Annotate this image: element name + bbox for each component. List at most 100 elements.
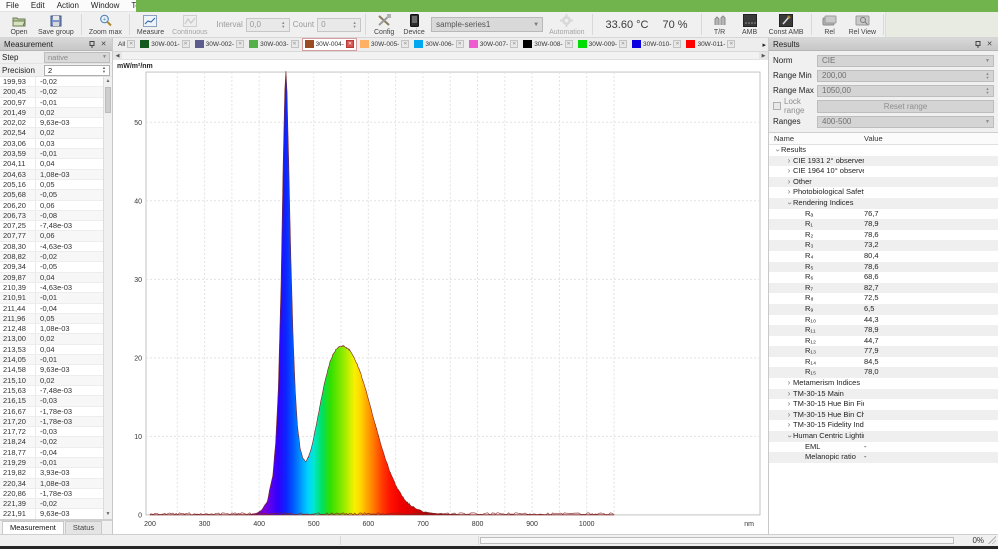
- chevron-collapsed-icon[interactable]: ›: [785, 410, 793, 421]
- rel-view-button[interactable]: Rel View: [845, 12, 881, 37]
- table-row[interactable]: 206,200,06: [0, 201, 103, 211]
- tree-row[interactable]: R₄80,4: [769, 251, 998, 262]
- table-row[interactable]: 212,481,08e-03: [0, 324, 103, 334]
- tree-row[interactable]: R₁₀44,3: [769, 315, 998, 326]
- tree-row[interactable]: R₁₂44,7: [769, 336, 998, 347]
- table-row[interactable]: 207,25-7,48e-03: [0, 221, 103, 231]
- menu-window[interactable]: Window: [85, 0, 125, 12]
- tree-row[interactable]: ›Photobiological Safety: [769, 187, 998, 198]
- chevron-collapsed-icon[interactable]: ›: [785, 177, 793, 188]
- continuous-button[interactable]: Continuous: [168, 12, 211, 37]
- close-icon[interactable]: ✕: [565, 40, 573, 48]
- tree-row[interactable]: R₇82,7: [769, 283, 998, 294]
- tree-row[interactable]: R₉6,5: [769, 304, 998, 315]
- series-chip-30w-004[interactable]: 30W-004-✕: [302, 38, 357, 51]
- scroll-down-icon[interactable]: ▼: [104, 510, 112, 519]
- menu-action[interactable]: Action: [51, 0, 85, 12]
- table-row[interactable]: 220,341,08e-03: [0, 479, 103, 489]
- chevron-collapsed-icon[interactable]: ›: [785, 378, 793, 389]
- table-row[interactable]: 211,44-0,04: [0, 304, 103, 314]
- chevron-collapsed-icon[interactable]: ›: [785, 420, 793, 431]
- norm-select[interactable]: CIE ▼: [817, 55, 994, 67]
- tab-measurement[interactable]: Measurement: [2, 521, 64, 535]
- chevron-expanded-icon[interactable]: ›: [772, 146, 783, 154]
- tree-row[interactable]: R₆68,6: [769, 272, 998, 283]
- menu-edit[interactable]: Edit: [25, 0, 51, 12]
- tr-button[interactable]: T/R: [705, 12, 735, 37]
- close-icon[interactable]: ✕: [182, 40, 190, 48]
- table-row[interactable]: 201,490,02: [0, 108, 103, 118]
- series-chip-30w-010[interactable]: 30W-010-✕: [630, 38, 683, 51]
- table-row[interactable]: 202,540,02: [0, 128, 103, 138]
- spectrum-chart[interactable]: mW/m²/nm 2003004005006007008009001000nm0…: [113, 60, 768, 534]
- chevron-collapsed-icon[interactable]: ›: [785, 399, 793, 410]
- config-button[interactable]: Config: [369, 12, 399, 37]
- chevron-collapsed-icon[interactable]: ›: [785, 156, 793, 167]
- scrollbar-thumb[interactable]: [105, 87, 111, 113]
- table-row[interactable]: 206,73-0,08: [0, 211, 103, 221]
- series-chip-30w-006[interactable]: 30W-006-✕: [412, 38, 465, 51]
- measure-button[interactable]: Measure: [133, 12, 168, 37]
- table-row[interactable]: 210,39-4,63e-03: [0, 283, 103, 293]
- tree-row[interactable]: R₁₁78,9: [769, 325, 998, 336]
- table-row[interactable]: 203,060,03: [0, 139, 103, 149]
- precision-spin-arrows[interactable]: ▲▼: [100, 66, 108, 75]
- tree-row[interactable]: Rₐ76,7: [769, 209, 998, 220]
- range-min-spin-arrows[interactable]: ▲▼: [983, 71, 992, 81]
- table-row[interactable]: 213,000,02: [0, 334, 103, 344]
- close-icon[interactable]: ✕: [401, 40, 409, 48]
- tree-row[interactable]: R₁₅78,0: [769, 367, 998, 378]
- table-row[interactable]: 218,24-0,02: [0, 437, 103, 447]
- device-button[interactable]: Device: [399, 12, 429, 37]
- table-row[interactable]: 205,160,05: [0, 180, 103, 190]
- range-max-spinbox[interactable]: 1050,00 ▲▼: [817, 85, 994, 97]
- tree-row[interactable]: R₃73,2: [769, 240, 998, 251]
- menu-file[interactable]: File: [0, 0, 25, 12]
- chart-hscrollbar[interactable]: ◀ ▶: [113, 52, 768, 60]
- open-button[interactable]: Open: [4, 12, 34, 37]
- close-icon[interactable]: ✕: [99, 40, 108, 49]
- reset-range-button[interactable]: Reset range: [817, 100, 994, 113]
- tree-row[interactable]: ›Results: [769, 145, 998, 156]
- table-row[interactable]: 221,39-0,02: [0, 499, 103, 509]
- series-chip-30w-001[interactable]: 30W-001-✕: [138, 38, 191, 51]
- amb-button[interactable]: AMB: [735, 12, 765, 37]
- table-row[interactable]: 217,20-1,78e-03: [0, 417, 103, 427]
- table-row[interactable]: 219,823,93e-03: [0, 468, 103, 478]
- tree-row[interactable]: R₅78,6: [769, 262, 998, 273]
- chevron-expanded-icon[interactable]: ›: [784, 432, 795, 440]
- table-row[interactable]: 204,631,08e-03: [0, 170, 103, 180]
- table-row[interactable]: 205,68-0,05: [0, 190, 103, 200]
- measurement-table-scrollbar[interactable]: ▲ ▼: [103, 77, 112, 519]
- tree-row[interactable]: R₈72,5: [769, 293, 998, 304]
- table-row[interactable]: 200,45-0,02: [0, 87, 103, 97]
- series-chip-30w-002[interactable]: 30W-002-✕: [193, 38, 246, 51]
- scroll-left-icon[interactable]: ◀: [113, 52, 122, 60]
- close-icon[interactable]: ✕: [236, 40, 244, 48]
- series-chip-30w-008[interactable]: 30W-008-✕: [521, 38, 574, 51]
- automation-button[interactable]: Automation: [545, 12, 588, 37]
- tree-row[interactable]: R₁78,9: [769, 219, 998, 230]
- table-row[interactable]: 207,770,06: [0, 231, 103, 241]
- resize-grip[interactable]: [988, 536, 996, 544]
- range-min-spinbox[interactable]: 200,00 ▲▼: [817, 70, 994, 82]
- close-icon[interactable]: ✕: [619, 40, 627, 48]
- zoom-max-button[interactable]: + Zoom max: [85, 12, 126, 37]
- table-row[interactable]: 218,77-0,04: [0, 448, 103, 458]
- table-row[interactable]: 216,67-1,78e-03: [0, 407, 103, 417]
- series-overflow-arrow-icon[interactable]: ▸: [762, 41, 766, 49]
- lock-range-checkbox[interactable]: [773, 102, 781, 110]
- table-row[interactable]: 204,110,04: [0, 159, 103, 169]
- count-spin-arrows[interactable]: ▲▼: [350, 19, 359, 31]
- table-row[interactable]: 210,91-0,01: [0, 293, 103, 303]
- tree-row[interactable]: R₂78,6: [769, 230, 998, 241]
- table-row[interactable]: 215,63-7,48e-03: [0, 386, 103, 396]
- table-row[interactable]: 211,960,05: [0, 314, 103, 324]
- tree-row[interactable]: ›CIE 1931 2° observer: [769, 156, 998, 167]
- tree-row[interactable]: ›TM-30-15 Hue Bin Fidelit...: [769, 399, 998, 410]
- tree-row[interactable]: ›Human Centric Lighting: [769, 431, 998, 442]
- close-icon[interactable]: ✕: [127, 40, 135, 48]
- table-row[interactable]: 216,15-0,03: [0, 396, 103, 406]
- tree-row[interactable]: ›TM-30-15 Main: [769, 389, 998, 400]
- close-icon[interactable]: ✕: [985, 40, 994, 49]
